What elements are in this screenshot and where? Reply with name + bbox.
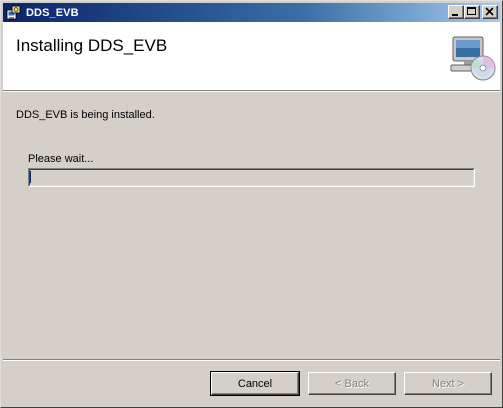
title-bar[interactable]: DDS_EVB <box>3 3 500 22</box>
maximize-button[interactable] <box>464 5 480 19</box>
please-wait-label: Please wait... <box>28 153 94 165</box>
install-progress-bar <box>28 168 475 187</box>
maximize-icon <box>467 7 476 15</box>
page-title: Installing DDS_EVB <box>16 36 168 55</box>
installer-icon <box>6 5 21 19</box>
back-button[interactable]: < Back <box>308 372 396 395</box>
computer-disc-icon <box>450 36 496 81</box>
progress-indicator <box>30 171 31 183</box>
minimize-button[interactable] <box>448 5 464 19</box>
close-button[interactable] <box>482 5 498 19</box>
close-icon <box>485 7 494 16</box>
progress-track <box>29 169 474 186</box>
installer-window: DDS_EVB Installing DDS_EVB DDS_EVB is be… <box>0 0 503 408</box>
cancel-button[interactable]: Cancel <box>210 371 300 396</box>
install-status-text: DDS_EVB is being installed. <box>16 109 155 121</box>
wizard-header: Installing DDS_EVB <box>3 22 500 91</box>
minimize-icon <box>452 14 458 16</box>
window-title: DDS_EVB <box>26 6 79 19</box>
footer-divider <box>3 359 500 361</box>
next-button[interactable]: Next > <box>404 372 492 395</box>
